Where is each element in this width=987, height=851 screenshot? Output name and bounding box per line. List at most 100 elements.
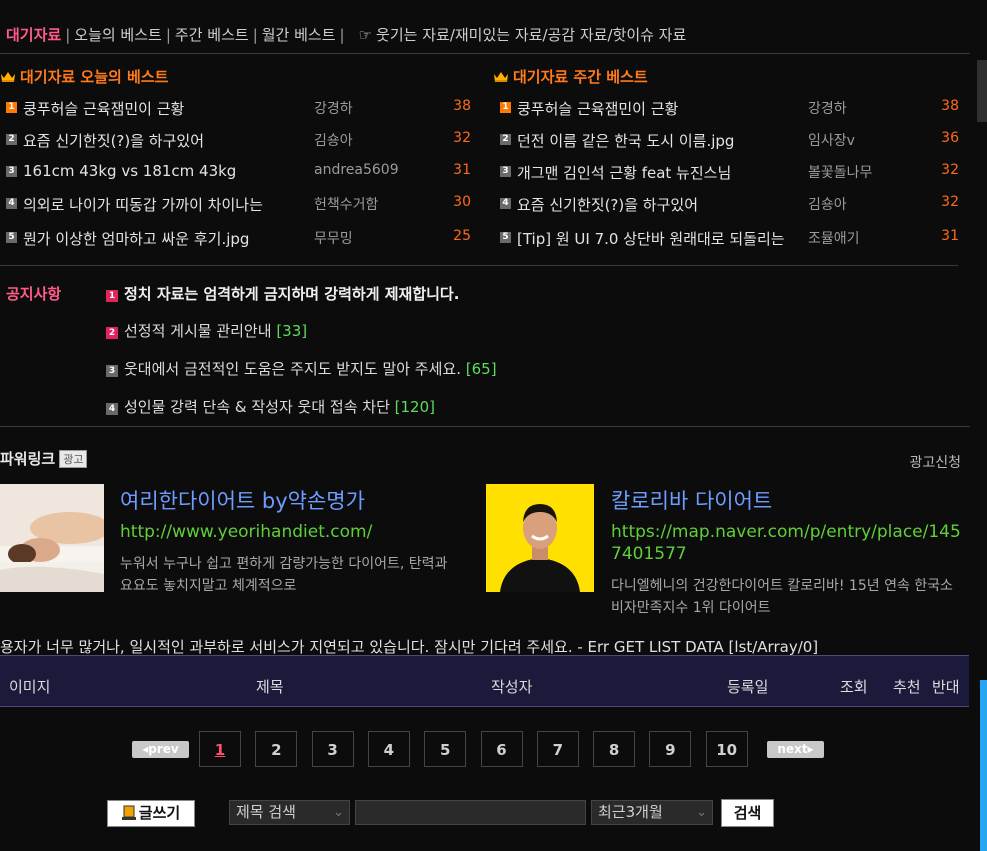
table-header: 이미지 제목 작성자 등록일 조회 추천 반대 [0,655,969,707]
best-title[interactable]: 의외로 나이가 띠동갑 가까이 차이나는 [23,194,308,215]
rank-badge: 4 [500,198,511,209]
best-score: 25 [453,228,471,244]
search-input[interactable] [355,800,586,825]
rank-badge: 3 [106,365,118,377]
search-period-select[interactable]: 최근3개월 ⌄ [591,800,713,825]
list-item[interactable]: 3 161cm 43kg vs 181cm 43kg andrea5609 31 [6,162,471,184]
ad-url-1[interactable]: http://www.yeorihandiet.com/ [120,521,372,543]
best-title[interactable]: 요즘 신기한짓(?)을 하구있어 [23,130,308,151]
nav-current-board[interactable]: 대기자료 [6,26,61,44]
notice-item[interactable]: 1 정치 자료는 엄격하게 금지하며 강력하게 제재합니다. [106,283,459,304]
best-title[interactable]: 던전 이름 같은 한국 도시 이름.jpg [517,130,799,151]
scrollbar-track[interactable] [977,60,987,122]
comment-count: [65] [465,360,497,378]
notice-text: 웃대에서 금전적인 도움은 주지도 받지도 말아 주세요. [124,360,461,378]
ad-title-1[interactable]: 여리한다이어트 by약손명가 [120,485,365,515]
notice-item[interactable]: 2 선정적 게시물 관리안내 [33] [106,320,307,341]
notice-label: 공지사항 [6,285,62,303]
prev-page-button[interactable]: ◂prev [132,741,189,758]
best-title[interactable]: 뭔가 이상한 엄마하고 싸운 후기.jpg [23,228,308,249]
rank-badge: 2 [6,134,17,145]
write-icon [121,805,136,820]
ad-badge: 광고 [59,450,88,468]
search-button[interactable]: 검색 [721,799,774,827]
list-item[interactable]: 3 개그맨 김인석 근황 feat 뉴진스님 볼꽃돌나무 32 [500,162,959,184]
list-item[interactable]: 5 뭔가 이상한 엄마하고 싸운 후기.jpg 무무밍 25 [6,228,471,250]
best-author: 무무밍 [314,231,353,247]
nav-today-best[interactable]: 오늘의 베스트 [74,26,162,44]
rank-badge: 4 [6,198,17,209]
best-title[interactable]: 요즘 신기한짓(?)을 하구있어 [517,194,799,215]
best-score: 30 [453,194,471,210]
divider [0,426,970,427]
list-item[interactable]: 1 쿵푸허슬 근육잼민이 근황 강경하 38 [500,98,959,120]
comment-count: [120] [394,398,435,416]
rank-badge: 1 [6,102,17,113]
nav-categories[interactable]: 웃기는 자료/재미있는 자료/공감 자료/핫이슈 자료 [376,26,686,44]
best-author: 헌책수거함 [314,197,379,213]
pointing-hand-icon: ☞ [358,26,373,44]
crown-icon [494,72,508,82]
chevron-down-icon: ⌄ [696,805,707,820]
list-item[interactable]: 4 요즘 신기한짓(?)을 하구있어 김숑아 32 [500,194,959,216]
rank-badge: 2 [500,134,511,145]
page-button[interactable]: 2 [255,731,298,767]
comment-count: [33] [276,322,308,340]
ad-image-spokesperson[interactable] [486,484,594,592]
top-nav: 대기자료 | 오늘의 베스트 | 주간 베스트 | 월간 베스트 | ☞ 웃기는 자료/재미있는 … [6,26,687,44]
best-score: 32 [941,194,959,210]
list-item[interactable]: 4 의외로 나이가 띠동갑 가까이 차이나는 헌책수거함 30 [6,194,471,216]
ad-url-2[interactable]: https://map.naver.com/p/entry/place/1457… [611,521,961,565]
col-author: 작성자 [491,678,533,696]
notice-item[interactable]: 3 웃대에서 금전적인 도움은 주지도 받지도 말아 주세요. [65] [106,358,497,379]
ad-title-2[interactable]: 칼로리바 다이어트 [611,485,772,515]
search-type-select[interactable]: 제목 검색 ⌄ [229,800,350,825]
ad-desc-1: 누워서 누구나 쉽고 편하게 감량가능한 다이어트, 탄력과요요도 놓치지말고 … [120,556,448,594]
page-button[interactable]: 1 [199,731,241,767]
page-button[interactable]: 3 [311,731,354,767]
notice-text: 정치 자료는 엄격하게 금지하며 강력하게 제재합니다. [124,285,460,303]
page-button[interactable]: 10 [705,731,748,767]
nav-weekly-best[interactable]: 주간 베스트 [175,26,249,44]
best-author: 강경하 [808,101,847,117]
best-author: 김숑아 [808,197,847,213]
rank-badge: 4 [106,403,118,415]
ad-apply-link[interactable]: 광고신청 [909,452,961,472]
write-button[interactable]: 글쓰기 [107,800,195,827]
best-title[interactable]: [Tip] 원 UI 7.0 상단바 원래대로 되돌리는 [517,228,799,249]
page-button[interactable]: 4 [367,731,410,767]
notice-item[interactable]: 4 성인물 강력 단속 & 작성자 웃대 접속 차단 [120] [106,396,435,417]
scrollbar-thumb[interactable] [980,680,987,851]
best-author: andrea5609 [314,162,399,178]
list-item[interactable]: 2 요즘 신기한짓(?)을 하구있어 김숑아 32 [6,130,471,152]
best-title[interactable]: 쿵푸허슬 근육잼민이 근황 [517,98,799,119]
nav-monthly-best[interactable]: 월간 베스트 [262,26,336,44]
best-title[interactable]: 161cm 43kg vs 181cm 43kg [23,162,308,180]
ad-image-massage[interactable] [0,484,104,592]
best-score: 36 [941,130,959,146]
ad-desc-2: 다니엘헤니의 건강한다이어트 칼로리바! 15년 연속 한국소비자만족지수 1위… [611,578,953,616]
best-title[interactable]: 쿵푸허슬 근육잼민이 근황 [23,98,308,119]
best-author: 볼꽃돌나무 [808,165,873,181]
list-item[interactable]: 2 던전 이름 같은 한국 도시 이름.jpg 임사장v 36 [500,130,959,152]
rank-badge: 3 [500,166,511,177]
page-button[interactable]: 9 [649,731,692,767]
powerlink-title: 파워링크 광고 [0,448,88,469]
best-title[interactable]: 개그맨 김인석 근황 feat 뉴진스님 [517,162,799,183]
page-button[interactable]: 6 [480,731,523,767]
best-score: 32 [941,162,959,178]
divider [0,265,958,266]
list-item[interactable]: 5 [Tip] 원 UI 7.0 상단바 원래대로 되돌리는 조뮬애기 31 [500,228,959,250]
best-score: 31 [453,162,471,178]
page-button[interactable]: 5 [424,731,467,767]
triangle-right-icon: ▸ [807,742,814,756]
best-author: 강경하 [314,101,353,117]
page-button[interactable]: 8 [593,731,636,767]
crown-icon [1,72,15,82]
notice-text: 선정적 게시물 관리안내 [124,322,272,340]
best-score: 31 [941,228,959,244]
list-item[interactable]: 1 쿵푸허슬 근육잼민이 근황 강경하 38 [6,98,471,120]
col-image: 이미지 [9,678,51,696]
next-page-button[interactable]: next▸ [767,741,824,758]
page-button[interactable]: 7 [536,731,579,767]
